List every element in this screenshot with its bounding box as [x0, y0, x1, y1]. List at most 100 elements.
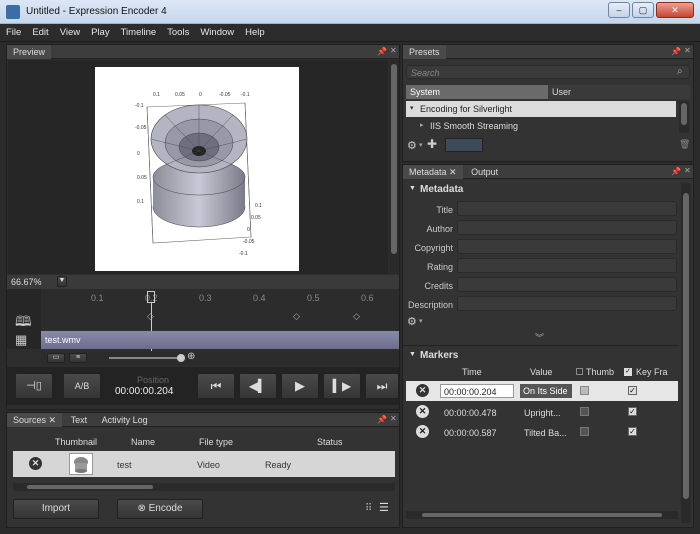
marker-value[interactable]: Upright...	[524, 408, 561, 418]
collapse-icon[interactable]: ▾	[410, 104, 414, 112]
position-value[interactable]: 00:00:00.204	[115, 386, 173, 397]
thumb-checkbox[interactable]	[580, 427, 589, 436]
maximize-button[interactable]: ▢	[632, 2, 654, 18]
thumb-header-checkbox[interactable]	[576, 368, 583, 375]
preset-item[interactable]: ▾ Encoding for Silverlight	[406, 101, 676, 117]
menu-view[interactable]: View	[54, 24, 85, 38]
close-icon[interactable]: ✕	[390, 414, 397, 423]
marker-row[interactable]: ✕ 00:00:00.204 On Its Side ✓	[406, 381, 678, 401]
play-icon[interactable]: ▶	[281, 373, 319, 399]
remove-icon[interactable]: ✕	[29, 457, 42, 470]
pin-icon[interactable]: 📌	[671, 47, 681, 56]
tab-text[interactable]: Text	[65, 413, 94, 427]
preset-search-input[interactable]: Search ⌕	[406, 65, 690, 79]
rating-field[interactable]	[457, 258, 677, 273]
waveform-icon[interactable]: ≡	[69, 353, 87, 363]
close-icon[interactable]: ✕	[684, 166, 691, 175]
menu-edit[interactable]: Edit	[26, 24, 53, 38]
clip-in-button[interactable]: ⊣▯	[15, 373, 53, 399]
zoom-value[interactable]: 66.67%	[11, 277, 42, 287]
close-icon[interactable]: ✕	[390, 46, 397, 55]
col-thumbnail[interactable]: Thumbnail	[55, 437, 97, 447]
scroll-thumb[interactable]	[391, 64, 397, 254]
keyframe-checkbox[interactable]: ✓	[628, 427, 637, 436]
tab-sources[interactable]: Sources ✕	[7, 413, 63, 427]
menu-window[interactable]: Window	[194, 24, 239, 38]
col-key-frame[interactable]: Key Fra	[636, 367, 668, 377]
tab-presets[interactable]: Presets	[403, 45, 446, 59]
tab-system[interactable]: System	[406, 85, 548, 99]
collapse-icon[interactable]: ▼	[409, 185, 416, 192]
pin-icon[interactable]: 📌	[671, 167, 681, 176]
marker-diamond-icon[interactable]: ◇	[353, 311, 360, 322]
import-button[interactable]: Import	[13, 499, 99, 519]
col-file-type[interactable]: File type	[199, 437, 233, 447]
expand-more-icon[interactable]: ︾	[535, 331, 544, 344]
add-icon[interactable]: ✚	[427, 137, 437, 151]
markers-section-header[interactable]: ▼ Markers	[406, 349, 678, 363]
credits-field[interactable]	[457, 277, 677, 292]
timeline-ruler[interactable]: 0.1 0.2 0.3 0.4 0.5 0.6 ◇ ◇ ◇	[41, 289, 399, 363]
col-name[interactable]: Name	[131, 437, 155, 447]
marker-row[interactable]: ✕ 00:00:00.587 Tilted Ba... ✓	[406, 423, 678, 441]
close-button[interactable]: ✕	[656, 2, 694, 18]
fit-timeline-icon[interactable]: ▭	[47, 353, 65, 363]
scroll-thumb[interactable]	[27, 485, 153, 489]
remove-icon[interactable]: ✕	[416, 384, 429, 397]
gear-dropdown-icon[interactable]: ▾	[419, 141, 423, 149]
timeline-zoom-slider[interactable]	[109, 357, 181, 359]
pin-icon[interactable]: 📌	[377, 415, 387, 424]
slider-knob[interactable]	[177, 354, 185, 362]
copyright-field[interactable]	[457, 239, 677, 254]
zoom-in-icon[interactable]: ⊕	[187, 351, 195, 362]
step-forward-icon[interactable]: ▍▶	[323, 373, 361, 399]
col-time[interactable]: Time	[462, 367, 482, 377]
presets-scrollbar[interactable]	[679, 101, 689, 133]
apply-button[interactable]	[445, 138, 483, 152]
col-thumb[interactable]: Thumb	[586, 367, 614, 377]
marker-row[interactable]: ✕ 00:00:00.478 Upright... ✓	[406, 403, 678, 421]
markers-hscrollbar[interactable]	[406, 511, 678, 519]
grid-view-icon[interactable]: ⠿	[365, 503, 372, 514]
clip-track[interactable]: test.wmv	[41, 331, 399, 349]
ab-button[interactable]: A/B	[63, 373, 101, 399]
tab-output[interactable]: Output	[465, 165, 504, 179]
gear-icon[interactable]: ⚙	[407, 139, 417, 152]
gear-dropdown-icon[interactable]: ▾	[419, 317, 423, 325]
marker-time-input[interactable]: 00:00:00.204	[440, 384, 514, 398]
expand-icon[interactable]: ▸	[420, 121, 424, 129]
marker-value-input[interactable]: On Its Side	[520, 384, 572, 398]
list-view-icon[interactable]: ☰	[379, 501, 389, 514]
step-back-icon[interactable]: ◀▍	[239, 373, 277, 399]
zoom-dropdown-icon[interactable]: ▼	[57, 276, 67, 287]
scroll-thumb[interactable]	[422, 513, 662, 517]
key-header-checkbox[interactable]: ✓	[624, 368, 632, 376]
source-row[interactable]: ✕ test Video Ready	[13, 451, 395, 477]
keyframe-checkbox[interactable]: ✓	[628, 407, 637, 416]
description-field[interactable]	[457, 296, 677, 311]
sources-hscrollbar[interactable]	[13, 483, 395, 491]
preset-item[interactable]: ▸ IIS Smooth Streaming	[406, 119, 676, 133]
tab-preview[interactable]: Preview	[7, 45, 52, 59]
tab-user[interactable]: User	[548, 85, 690, 99]
marker-time[interactable]: 00:00:00.587	[444, 428, 497, 438]
scroll-thumb[interactable]	[683, 193, 689, 499]
next-frame-icon[interactable]: ⏭	[365, 373, 399, 399]
menu-timeline[interactable]: Timeline	[115, 24, 162, 38]
marker-diamond-icon[interactable]: ◇	[147, 311, 154, 322]
delete-icon[interactable]: 🗑	[679, 139, 690, 150]
thumb-checkbox[interactable]	[580, 407, 589, 416]
tab-activity-log[interactable]: Activity Log	[96, 413, 154, 427]
metadata-scrollbar[interactable]	[681, 183, 691, 523]
previous-frame-icon[interactable]: ⏮	[197, 373, 235, 399]
menu-file[interactable]: File	[0, 24, 26, 38]
remove-icon[interactable]: ✕	[416, 425, 429, 438]
film-icon[interactable]: ▦	[15, 332, 27, 348]
pin-icon[interactable]: 📌	[377, 47, 387, 56]
encode-button[interactable]: ⊗ Encode	[117, 499, 203, 519]
preview-scrollbar[interactable]	[389, 60, 399, 274]
title-field[interactable]	[457, 201, 677, 216]
col-status[interactable]: Status	[317, 437, 343, 447]
marker-diamond-icon[interactable]: ◇	[293, 311, 300, 322]
menu-play[interactable]: Play	[85, 24, 114, 38]
